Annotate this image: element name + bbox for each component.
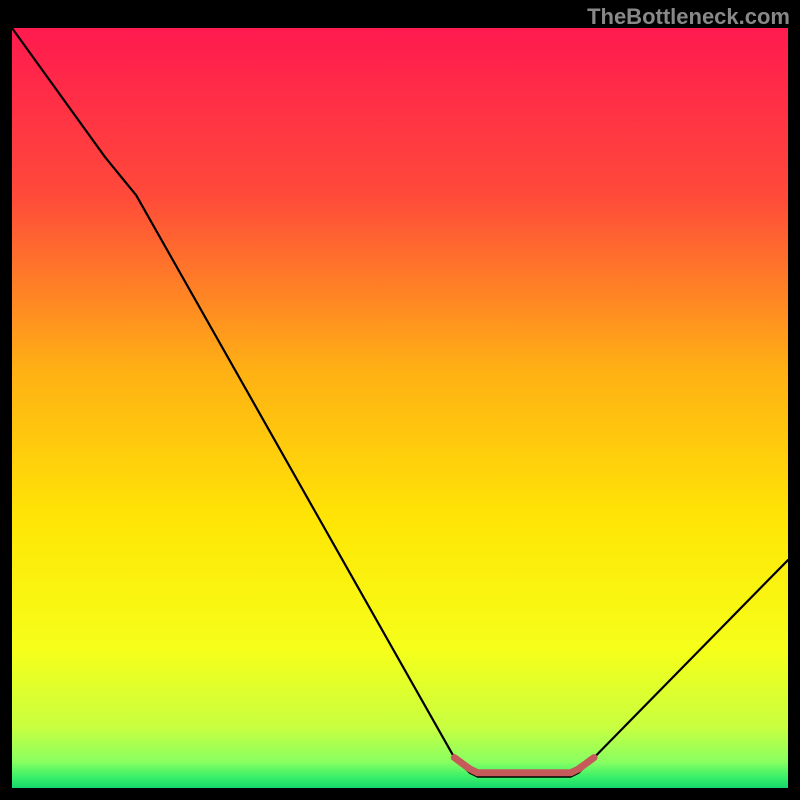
gradient-background	[12, 28, 788, 788]
plot-area	[12, 28, 788, 788]
chart-svg	[12, 28, 788, 788]
watermark-text: TheBottleneck.com	[587, 4, 790, 30]
chart-container: TheBottleneck.com	[0, 0, 800, 800]
